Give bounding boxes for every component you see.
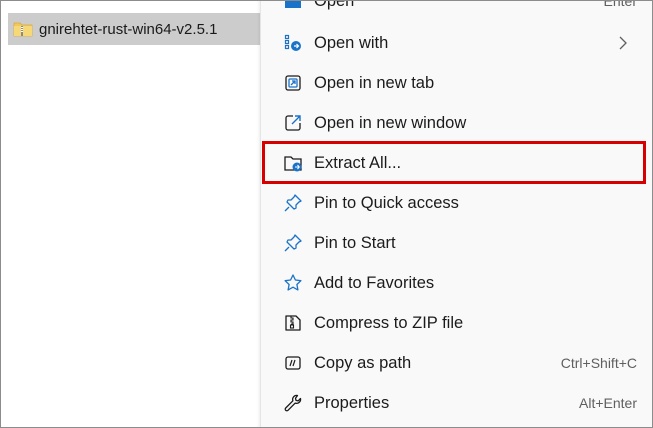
menu-item-copy-as-path[interactable]: Copy as path Ctrl+Shift+C: [269, 345, 647, 381]
menu-item-label: Open: [314, 0, 355, 10]
new-tab-icon: [285, 75, 301, 91]
menu-item-open-with[interactable]: Open with: [269, 25, 647, 61]
chevron-right-icon: [619, 36, 627, 50]
menu-item-add-favorites[interactable]: Add to Favorites: [269, 265, 647, 301]
menu-item-label: Add to Favorites: [314, 273, 435, 292]
menu-item-open-new-window[interactable]: Open in new window: [269, 105, 647, 141]
star-icon: [284, 274, 302, 291]
menu-item-shortcut: Ctrl+Shift+C: [560, 355, 637, 371]
menu-item-properties[interactable]: Properties Alt+Enter: [269, 385, 647, 421]
menu-item-pin-to-start[interactable]: Pin to Start: [269, 225, 647, 261]
selected-file-item[interactable]: gnirehtet-rust-win64-v2.5.1: [8, 13, 260, 45]
menu-item-label: Compress to ZIP file: [314, 313, 464, 332]
menu-item-label: Copy as path: [314, 353, 412, 372]
menu-item-open[interactable]: Open Enter: [269, 0, 647, 19]
menu-item-open-new-tab[interactable]: Open in new tab: [269, 65, 647, 101]
pin-icon: [284, 194, 302, 212]
menu-item-shortcut: Enter: [603, 0, 637, 9]
menu-item-label: Open in new window: [314, 113, 467, 132]
file-name: gnirehtet-rust-win64-v2.5.1: [39, 20, 218, 38]
menu-item-label: Pin to Quick access: [314, 193, 459, 212]
pin-icon: [284, 234, 302, 252]
menu-item-shortcut: Alt+Enter: [579, 395, 637, 411]
explorer-window: gnirehtet-rust-win64-v2.5.1 Open Enter O…: [0, 0, 653, 428]
context-menu: Open Enter Open with Open in new tab Ope…: [260, 0, 652, 427]
open-icon: [285, 1, 301, 8]
zip-folder-icon: [13, 22, 33, 37]
extract-all-highlight-box: [262, 141, 646, 184]
menu-item-label: Properties: [314, 393, 390, 412]
menu-item-pin-quick-access[interactable]: Pin to Quick access: [269, 185, 647, 221]
menu-item-label: Open with: [314, 33, 389, 52]
menu-item-compress-zip[interactable]: Compress to ZIP file: [269, 305, 647, 341]
wrench-icon: [284, 394, 302, 412]
zip-icon: [285, 315, 301, 331]
menu-item-label: Pin to Start: [314, 233, 396, 252]
new-window-icon: [285, 115, 301, 131]
copy-path-icon: [285, 356, 301, 370]
menu-item-label: Open in new tab: [314, 73, 435, 92]
open-with-icon: [284, 34, 301, 51]
